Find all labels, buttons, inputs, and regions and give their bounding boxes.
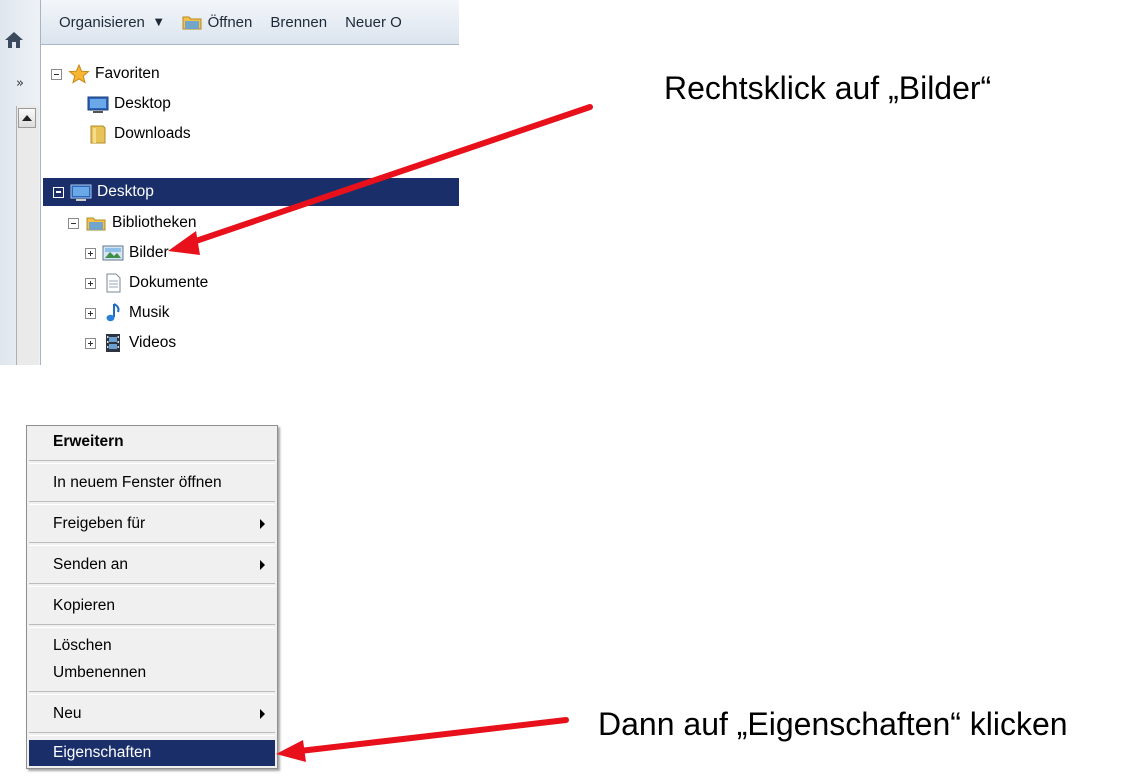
collapse-toggle-icon[interactable] bbox=[68, 217, 79, 229]
instruction-step-1: Rechtsklick auf „Bilder“ bbox=[664, 70, 992, 106]
home-icon[interactable] bbox=[0, 20, 28, 60]
menu-item-delete[interactable]: Löschen bbox=[29, 633, 275, 659]
menu-item-copy[interactable]: Kopieren bbox=[29, 593, 275, 619]
tree-label: Dokumente bbox=[129, 274, 209, 291]
arrow-to-properties bbox=[276, 717, 569, 762]
menu-item-rename[interactable]: Umbenennen bbox=[29, 660, 275, 686]
organize-button[interactable]: Organisieren ▼ bbox=[59, 14, 163, 31]
tree-label: Desktop bbox=[114, 95, 171, 112]
command-bar: Organisieren ▼ Öffnen Brennen Neuer O bbox=[41, 0, 459, 45]
tree-label: Desktop bbox=[97, 183, 154, 200]
tree-item-documents[interactable]: Dokumente bbox=[85, 269, 208, 297]
open-label: Öffnen bbox=[207, 13, 253, 31]
tree-label: Videos bbox=[129, 334, 177, 351]
tree-label: Bibliotheken bbox=[112, 214, 197, 231]
new-folder-label: Neuer O bbox=[345, 13, 402, 31]
organize-label: Organisieren bbox=[59, 13, 145, 31]
menu-item-new[interactable]: Neu bbox=[29, 701, 275, 727]
instruction-step-2: Dann auf „Eigenschaften“ klicken bbox=[598, 706, 1068, 742]
collapse-toggle-icon[interactable] bbox=[53, 186, 64, 198]
menu-separator bbox=[29, 460, 275, 464]
menu-item-label: Freigeben für bbox=[53, 515, 146, 532]
tree-item-fav-downloads[interactable]: Downloads bbox=[87, 120, 191, 148]
menu-separator bbox=[29, 583, 275, 587]
menu-separator bbox=[29, 624, 275, 628]
submenu-arrow-icon bbox=[260, 519, 265, 529]
menu-separator bbox=[29, 542, 275, 546]
downloads-folder-icon bbox=[90, 125, 106, 144]
tree-item-music[interactable]: Musik bbox=[85, 299, 169, 327]
tutorial-page: » Organisieren ▼ Öffnen Brennen Neuer O … bbox=[0, 0, 1127, 784]
tree-item-fav-desktop[interactable]: Desktop bbox=[87, 90, 171, 118]
scroll-up-button[interactable] bbox=[18, 108, 36, 128]
dropdown-arrow-icon: ▼ bbox=[154, 16, 163, 28]
tree-item-videos[interactable]: Videos bbox=[85, 329, 176, 357]
menu-separator bbox=[29, 691, 275, 695]
folder-tree: Favoriten Desktop Downloads Desktop Bibl… bbox=[41, 46, 459, 365]
film-strip-icon bbox=[106, 334, 120, 352]
context-menu: Erweitern In neuem Fenster öffnen Freige… bbox=[26, 425, 278, 769]
navigation-rail: » bbox=[0, 0, 41, 365]
desktop-icon bbox=[70, 184, 92, 201]
submenu-arrow-icon bbox=[260, 560, 265, 570]
collapse-toggle-icon[interactable] bbox=[51, 68, 62, 80]
menu-item-label: Senden an bbox=[53, 556, 128, 573]
menu-separator bbox=[29, 732, 275, 736]
menu-item-label: Neu bbox=[53, 705, 82, 722]
expand-toggle-icon[interactable] bbox=[85, 307, 96, 319]
library-folder-icon bbox=[86, 217, 106, 231]
menu-item-properties[interactable]: Eigenschaften bbox=[29, 740, 275, 766]
open-button[interactable]: Öffnen bbox=[181, 12, 253, 32]
tree-label: Favoriten bbox=[95, 65, 160, 82]
music-note-icon bbox=[106, 303, 120, 322]
tree-label: Downloads bbox=[114, 125, 191, 142]
tree-item-pictures[interactable]: Bilder bbox=[85, 239, 169, 267]
expand-toggle-icon[interactable] bbox=[85, 247, 96, 259]
scrollbar[interactable] bbox=[16, 106, 39, 365]
expand-toggle-icon[interactable] bbox=[85, 277, 96, 289]
tree-item-libraries[interactable]: Bibliotheken bbox=[68, 209, 196, 237]
library-folder-icon bbox=[182, 16, 202, 30]
tree-item-favorites[interactable]: Favoriten bbox=[51, 60, 160, 88]
menu-item-share-with[interactable]: Freigeben für bbox=[29, 511, 275, 537]
explorer-window: » Organisieren ▼ Öffnen Brennen Neuer O … bbox=[0, 0, 459, 365]
overflow-chevron-icon[interactable]: » bbox=[16, 76, 40, 100]
tree-label: Bilder bbox=[129, 244, 169, 261]
menu-item-expand[interactable]: Erweitern bbox=[29, 429, 275, 455]
expand-toggle-icon[interactable] bbox=[85, 337, 96, 349]
pictures-icon bbox=[102, 245, 124, 261]
tree-item-desktop[interactable]: Desktop bbox=[43, 178, 459, 206]
documents-icon bbox=[106, 273, 121, 293]
menu-item-send-to[interactable]: Senden an bbox=[29, 552, 275, 578]
arrow-up-icon bbox=[22, 115, 32, 121]
menu-item-open-new-window[interactable]: In neuem Fenster öffnen bbox=[29, 470, 275, 496]
burn-button[interactable]: Brennen bbox=[270, 14, 327, 31]
new-folder-button[interactable]: Neuer O bbox=[345, 14, 402, 31]
desktop-icon bbox=[87, 96, 109, 113]
star-icon bbox=[68, 64, 90, 84]
burn-label: Brennen bbox=[270, 13, 328, 31]
menu-separator bbox=[29, 501, 275, 505]
submenu-arrow-icon bbox=[260, 709, 265, 719]
tree-label: Musik bbox=[129, 304, 170, 321]
